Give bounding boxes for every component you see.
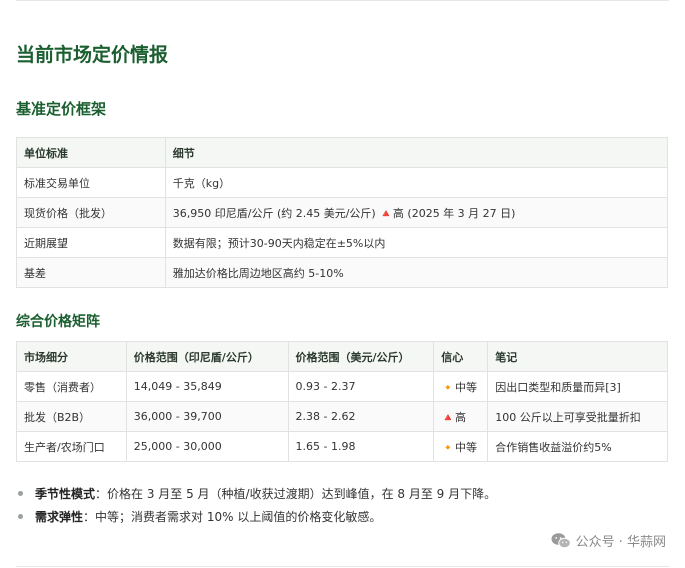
watermark: 公众号 · 华蒜网: [551, 531, 666, 550]
list-item: 季节性模式：价格在 3 月至 5 月（种植/收获过渡期）达到峰值，在 8 月至 …: [18, 484, 496, 507]
table-cell: 36,950 印尼盾/公斤 (约 2.45 美元/公斤) 🔺高 (2025 年 …: [164, 197, 669, 228]
table-cell: 近期展望: [16, 227, 166, 258]
bullet-dot-icon: [18, 491, 23, 496]
table-cell: 标准交易单位: [16, 167, 166, 198]
notes-list: 季节性模式：价格在 3 月至 5 月（种植/收获过渡期）达到峰值，在 8 月至 …: [18, 484, 496, 530]
table-cell: 1.65 - 1.98: [287, 431, 435, 462]
section-title-price-matrix: 综合价格矩阵: [16, 314, 100, 330]
table-header-row: 市场细分 价格范围（印尼盾/公斤） 价格范围（美元/公斤） 信心 笔记: [16, 341, 668, 372]
table-row: 批发（B2B） 36,000 - 39,700 2.38 - 2.62 🔺高 1…: [16, 401, 668, 432]
table-row: 生产者/农场门口 25,000 - 30,000 1.65 - 1.98 🔸中等…: [16, 431, 668, 462]
table-header-cell: 信心: [433, 341, 489, 372]
table-header-cell: 市场细分: [16, 341, 127, 372]
table-cell: 数据有限；预计30-90天内稳定在±5%以内: [164, 227, 669, 258]
table-cell: 25,000 - 30,000: [125, 431, 289, 462]
list-item-label: 季节性模式: [35, 487, 96, 501]
table-cell: 🔺高: [433, 401, 489, 432]
table-cell: 基差: [16, 257, 166, 288]
table-row: 现货价格（批发） 36,950 印尼盾/公斤 (约 2.45 美元/公斤) 🔺高…: [16, 197, 669, 228]
table-cell: 36,000 - 39,700: [125, 401, 289, 432]
bottom-divider: [16, 566, 669, 567]
table-cell: 因出口类型和质量而异[3]: [487, 371, 668, 402]
table-row: 标准交易单位 千克（kg）: [16, 167, 669, 198]
price-matrix-table: 市场细分 价格范围（印尼盾/公斤） 价格范围（美元/公斤） 信心 笔记 零售（消…: [16, 341, 668, 462]
table-cell: 雅加达价格比周边地区高约 5-10%: [164, 257, 669, 288]
table-header-row: 单位标准 细节: [16, 137, 669, 168]
list-item-label: 需求弹性: [35, 510, 84, 524]
table-cell: 千克（kg）: [164, 167, 669, 198]
list-item: 需求弹性：中等；消费者需求对 10% 以上阈值的价格变化敏感。: [18, 507, 496, 530]
page-title: 当前市场定价情报: [16, 44, 169, 66]
table-cell: 🔸中等: [433, 431, 489, 462]
list-item-separator: ：: [95, 487, 108, 501]
benchmark-table: 单位标准 细节 标准交易单位 千克（kg） 现货价格（批发） 36,950 印尼…: [16, 137, 669, 288]
list-item-text: 中等；消费者需求对 10% 以上阈值的价格变化敏感。: [95, 510, 382, 524]
table-cell: 生产者/农场门口: [16, 431, 127, 462]
list-item-separator: ：: [83, 510, 96, 524]
table-header-cell: 单位标准: [16, 137, 166, 168]
watermark-text: 公众号 · 华蒜网: [575, 535, 666, 550]
table-row: 零售（消费者） 14,049 - 35,849 0.93 - 2.37 🔸中等 …: [16, 371, 668, 402]
table-cell: 14,049 - 35,849: [125, 371, 289, 402]
table-cell: 100 公斤以上可享受批量折扣: [487, 401, 668, 432]
table-header-cell: 细节: [164, 137, 669, 168]
table-header-cell: 价格范围（印尼盾/公斤）: [125, 341, 289, 372]
table-header-cell: 价格范围（美元/公斤）: [287, 341, 435, 372]
section-title-benchmark: 基准定价框架: [16, 100, 107, 118]
table-cell: 零售（消费者）: [16, 371, 127, 402]
table-row: 基差 雅加达价格比周边地区高约 5-10%: [16, 257, 669, 288]
table-cell: 批发（B2B）: [16, 401, 127, 432]
table-cell: 0.93 - 2.37: [287, 371, 435, 402]
table-cell: 现货价格（批发）: [16, 197, 166, 228]
table-header-cell: 笔记: [487, 341, 668, 372]
table-row: 近期展望 数据有限；预计30-90天内稳定在±5%以内: [16, 227, 669, 258]
wechat-icon: [551, 533, 571, 549]
table-cell: 合作销售收益溢价约5%: [487, 431, 668, 462]
table-cell: 🔸中等: [433, 371, 489, 402]
bullet-dot-icon: [18, 514, 23, 519]
top-divider: [16, 0, 669, 1]
table-cell: 2.38 - 2.62: [287, 401, 435, 432]
list-item-text: 价格在 3 月至 5 月（种植/收获过渡期）达到峰值，在 8 月至 9 月下降。: [107, 487, 497, 501]
